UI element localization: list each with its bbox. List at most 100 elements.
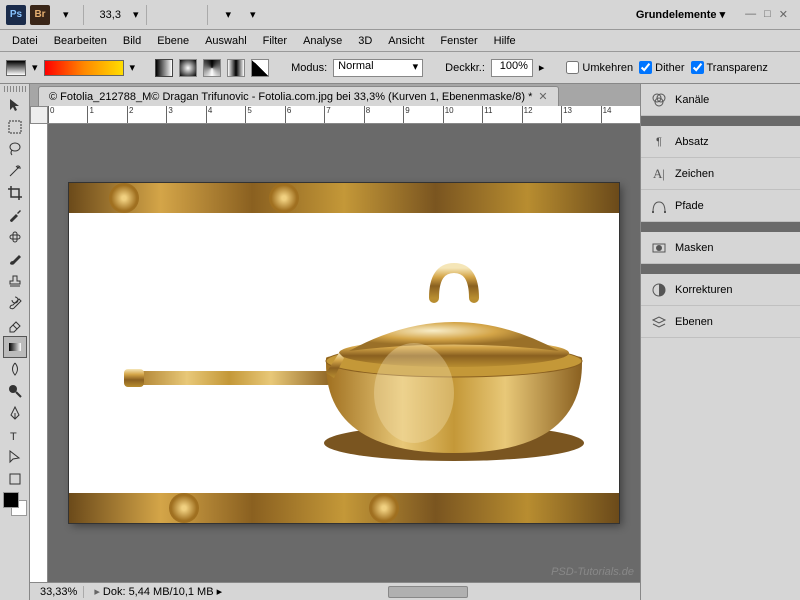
gradient-tool[interactable] xyxy=(3,336,27,358)
panel-ebenen[interactable]: Ebenen xyxy=(641,306,800,338)
photoshop-window: Ps Br ▾ 33,3▾ ▾ ▾ Grundelemente ▾ — □ ✕ … xyxy=(0,0,800,600)
path-select-tool[interactable] xyxy=(3,446,27,468)
ruler-space: 01234567891011121314 xyxy=(30,106,640,600)
menu-datei[interactable]: Datei xyxy=(4,32,46,50)
opacity-input[interactable]: 100% xyxy=(491,59,533,77)
history-brush-tool[interactable] xyxy=(3,292,27,314)
color-picker[interactable] xyxy=(3,492,27,516)
blur-tool[interactable] xyxy=(3,358,27,380)
wand-tool[interactable] xyxy=(3,160,27,182)
horizontal-scrollbar[interactable] xyxy=(280,582,640,600)
separator xyxy=(83,5,84,25)
separator xyxy=(146,5,147,25)
ps-app-icon[interactable]: Ps xyxy=(6,5,26,25)
transparenz-checkbox[interactable]: Transparenz xyxy=(691,61,768,74)
status-dok[interactable]: ▸ Dok: 5,44 MB/10,1 MB ▸ xyxy=(94,585,222,598)
menu-bearbeiten[interactable]: Bearbeiten xyxy=(46,32,115,50)
pen-tool[interactable] xyxy=(3,402,27,424)
panel-absatz[interactable]: ¶Absatz xyxy=(641,126,800,158)
lasso-tool[interactable] xyxy=(3,138,27,160)
move-tool[interactable] xyxy=(3,94,27,116)
bridge-icon[interactable]: Br xyxy=(30,5,50,25)
type-tool[interactable]: T xyxy=(3,424,27,446)
close-icon[interactable]: ✕ xyxy=(779,8,788,21)
maximize-icon[interactable]: □ xyxy=(764,8,771,21)
menu-filter[interactable]: Filter xyxy=(255,32,295,50)
watermark: PSD-Tutorials.de xyxy=(551,566,634,578)
ornamental-border-top xyxy=(69,183,619,213)
modus-label: Modus: xyxy=(291,62,327,74)
tool-preset-icon[interactable] xyxy=(6,60,26,76)
screen-mode-dropdown[interactable]: ▾ xyxy=(241,6,262,23)
menu-ansicht[interactable]: Ansicht xyxy=(380,32,432,50)
menu-bar: Datei Bearbeiten Bild Ebene Auswahl Filt… xyxy=(0,30,800,52)
gradient-angle-button[interactable] xyxy=(203,59,221,77)
tab-close-icon[interactable]: ✕ xyxy=(538,90,547,103)
layout-dropdown[interactable]: ▾ xyxy=(54,6,75,23)
panel-masken[interactable]: Masken xyxy=(641,232,800,264)
gradient-linear-button[interactable] xyxy=(155,59,173,77)
document-tab-bar: © Fotolia_212788_M© Dragan Trifunovic - … xyxy=(30,84,640,106)
gradient-diamond-button[interactable] xyxy=(251,59,269,77)
panel-label: Ebenen xyxy=(675,316,713,328)
hand-tool-shortcut[interactable] xyxy=(155,13,167,17)
menu-fenster[interactable]: Fenster xyxy=(432,32,485,50)
toolbox: T xyxy=(0,84,30,600)
svg-text:T: T xyxy=(10,431,17,443)
toolbox-grip[interactable] xyxy=(4,86,26,92)
brush-tool[interactable] xyxy=(3,248,27,270)
rotate-view-shortcut[interactable] xyxy=(187,13,199,17)
panel-label: Masken xyxy=(675,242,714,254)
panel-label: Pfade xyxy=(675,200,704,212)
dither-checkbox[interactable]: Dither xyxy=(639,61,684,74)
arrange-docs-dropdown[interactable]: ▾ xyxy=(216,6,237,23)
panel-pfade[interactable]: Pfade xyxy=(641,190,800,222)
eyedropper-tool[interactable] xyxy=(3,204,27,226)
workspace-switcher[interactable]: Grundelemente ▾ xyxy=(626,4,735,25)
document-area: © Fotolia_212788_M© Dragan Trifunovic - … xyxy=(30,84,640,600)
ornamental-border-bottom xyxy=(69,493,619,523)
stamp-tool[interactable] xyxy=(3,270,27,292)
dodge-tool[interactable] xyxy=(3,380,27,402)
crop-tool[interactable] xyxy=(3,182,27,204)
menu-auswahl[interactable]: Auswahl xyxy=(197,32,255,50)
gradient-radial-button[interactable] xyxy=(179,59,197,77)
masks-icon xyxy=(651,240,667,256)
eraser-tool[interactable] xyxy=(3,314,27,336)
gradient-reflected-button[interactable] xyxy=(227,59,245,77)
window-controls: — □ ✕ xyxy=(739,8,794,21)
panel-label: Absatz xyxy=(675,136,709,148)
umkehren-checkbox[interactable]: Umkehren xyxy=(566,61,633,74)
horizontal-ruler[interactable]: 01234567891011121314 xyxy=(48,106,640,124)
document-tab[interactable]: © Fotolia_212788_M© Dragan Trifunovic - … xyxy=(38,86,559,106)
panel-label: Zeichen xyxy=(675,168,714,180)
menu-analyse[interactable]: Analyse xyxy=(295,32,350,50)
golden-pot-image xyxy=(94,223,594,483)
menu-hilfe[interactable]: Hilfe xyxy=(486,32,524,50)
vertical-ruler[interactable] xyxy=(30,124,48,582)
panel-zeichen[interactable]: A|Zeichen xyxy=(641,158,800,190)
canvas[interactable] xyxy=(69,183,619,523)
blend-mode-select[interactable]: Normal ▾ xyxy=(333,59,423,77)
scroll-thumb[interactable] xyxy=(388,586,468,598)
shape-tool[interactable] xyxy=(3,468,27,490)
status-zoom[interactable]: 33,33% xyxy=(34,586,84,598)
foreground-color-swatch[interactable] xyxy=(3,492,19,508)
ruler-origin[interactable] xyxy=(30,106,48,124)
minimize-icon[interactable]: — xyxy=(745,8,756,21)
image-content xyxy=(69,213,619,493)
options-bar: ▾ ▾ Modus: Normal ▾ Deckkr.: 100% ▸ Umke… xyxy=(0,52,800,84)
heal-tool[interactable] xyxy=(3,226,27,248)
panel-kanaele[interactable]: Kanäle xyxy=(641,84,800,116)
zoom-tool-shortcut[interactable] xyxy=(171,13,183,17)
menu-ebene[interactable]: Ebene xyxy=(149,32,197,50)
menu-3d[interactable]: 3D xyxy=(350,32,380,50)
workspace: T © Fotolia_212788_M© Dragan Trifunovic … xyxy=(0,84,800,600)
canvas-viewport[interactable] xyxy=(48,124,640,582)
gradient-preview[interactable] xyxy=(44,60,124,76)
panel-korrekturen[interactable]: Korrekturen xyxy=(641,274,800,306)
menu-bild[interactable]: Bild xyxy=(115,32,149,50)
channels-icon xyxy=(651,92,667,108)
zoom-display[interactable]: 33,3 xyxy=(92,9,129,21)
marquee-tool[interactable] xyxy=(3,116,27,138)
